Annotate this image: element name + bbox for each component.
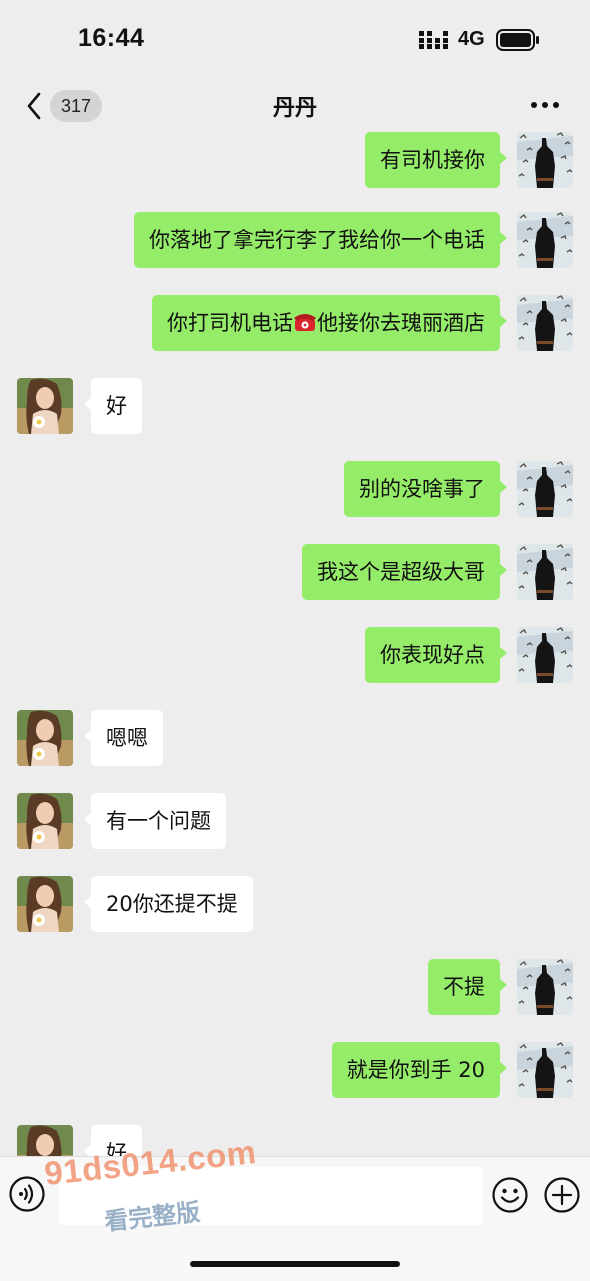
my-avatar[interactable]	[517, 1042, 573, 1098]
message-list[interactable]: 有司机接你 你落地了拿完行李了我给你一个电话 你打司机电话 他接你去瑰丽酒店 好…	[0, 132, 590, 1156]
message-bubble[interactable]: 你打司机电话 他接你去瑰丽酒店	[152, 295, 507, 351]
message-bubble[interactable]: 20你还提不提	[84, 876, 253, 932]
chevron-left-icon	[27, 92, 41, 120]
back-button[interactable]: 317	[22, 88, 106, 124]
plus-icon[interactable]	[543, 1176, 581, 1214]
message-row: 嗯嗯	[0, 710, 590, 768]
message-row: 你落地了拿完行李了我给你一个电话	[0, 212, 590, 270]
message-bubble[interactable]: 我这个是超级大哥	[302, 544, 507, 600]
signal-icon	[419, 31, 448, 49]
message-row: 你打司机电话 他接你去瑰丽酒店	[0, 295, 590, 353]
status-bar: 16:44 4G	[0, 0, 590, 80]
contact-avatar[interactable]	[17, 876, 73, 932]
message-bubble[interactable]: 有一个问题	[84, 793, 226, 849]
contact-avatar[interactable]	[17, 710, 73, 766]
my-avatar[interactable]	[517, 544, 573, 600]
voice-icon[interactable]	[8, 1175, 46, 1213]
message-row: 好	[0, 378, 590, 436]
message-bubble[interactable]: 别的没啥事了	[344, 461, 507, 517]
message-bubble[interactable]: 嗯嗯	[84, 710, 163, 766]
my-avatar[interactable]	[517, 212, 573, 268]
chat-title: 丹丹	[272, 96, 317, 121]
message-bubble[interactable]: 不提	[428, 959, 507, 1015]
message-bubble[interactable]: 有司机接你	[365, 132, 507, 188]
message-row: 不提	[0, 959, 590, 1017]
message-row: 有一个问题	[0, 793, 590, 851]
status-time: 16:44	[78, 24, 145, 52]
message-bubble[interactable]: 你表现好点	[365, 627, 507, 683]
unread-count-badge: 317	[50, 90, 102, 122]
my-avatar[interactable]	[517, 132, 573, 188]
more-icon[interactable]	[528, 98, 562, 112]
message-text: 他接你去瑰丽酒店	[317, 311, 485, 335]
emoji-icon[interactable]	[491, 1176, 529, 1214]
my-avatar[interactable]	[517, 959, 573, 1015]
contact-avatar[interactable]	[17, 1125, 73, 1156]
telephone-emoji-icon	[294, 314, 316, 331]
message-bubble[interactable]: 好	[84, 378, 142, 434]
message-row: 你表现好点	[0, 627, 590, 685]
my-avatar[interactable]	[517, 295, 573, 351]
chat-header: 317 丹丹	[0, 80, 590, 132]
message-row: 就是你到手 20	[0, 1042, 590, 1100]
contact-avatar[interactable]	[17, 793, 73, 849]
message-bubble[interactable]: 你落地了拿完行李了我给你一个电话	[134, 212, 507, 268]
battery-icon	[496, 29, 539, 51]
message-text: 你打司机电话	[167, 311, 293, 335]
contact-avatar[interactable]	[17, 378, 73, 434]
message-row: 20你还提不提	[0, 876, 590, 934]
message-row: 我这个是超级大哥	[0, 544, 590, 602]
my-avatar[interactable]	[517, 627, 573, 683]
message-bubble[interactable]: 就是你到手 20	[331, 1042, 508, 1098]
message-row: 别的没啥事了	[0, 461, 590, 519]
message-row: 有司机接你	[0, 132, 590, 190]
network-type: 4G	[458, 28, 485, 50]
my-avatar[interactable]	[517, 461, 573, 517]
home-indicator	[190, 1261, 400, 1267]
